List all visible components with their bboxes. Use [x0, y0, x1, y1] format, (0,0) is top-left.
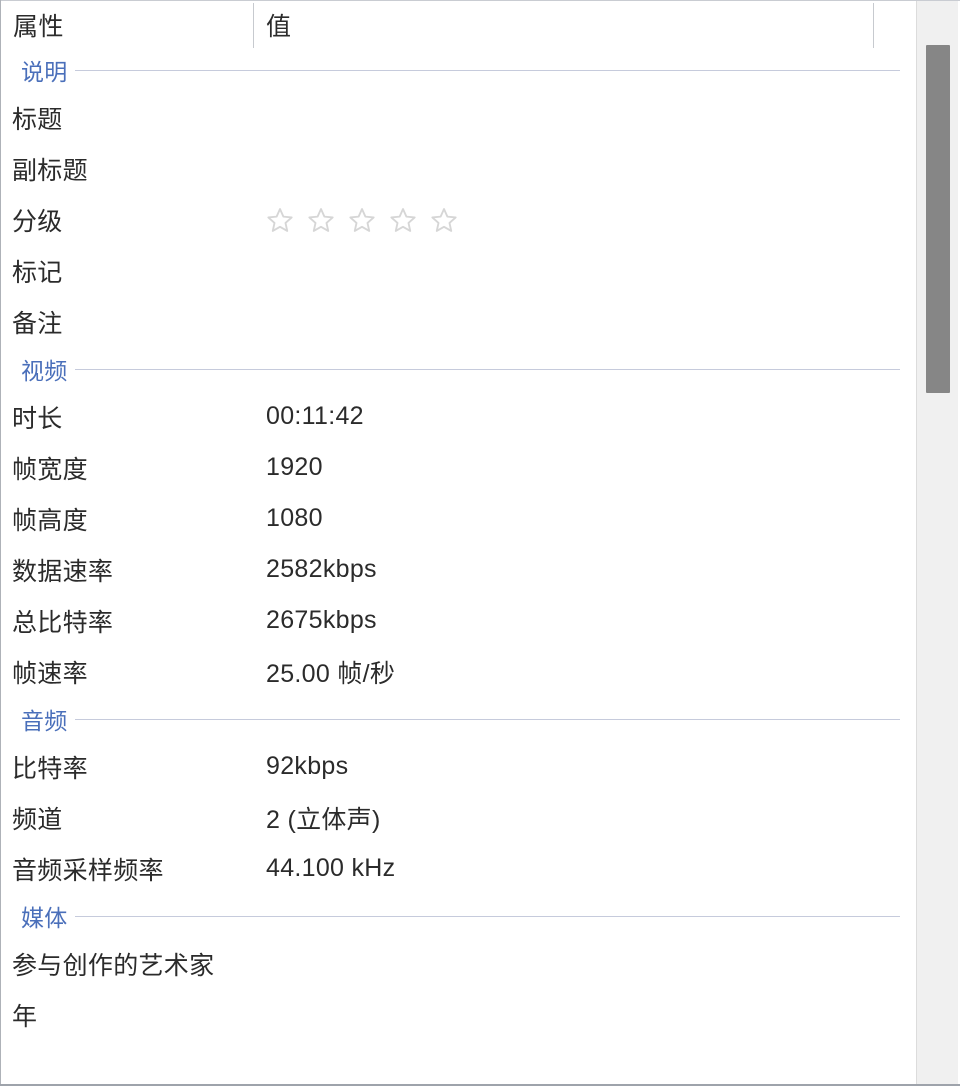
section-header-3: 媒体 [1, 894, 915, 938]
property-label: 副标题 [12, 156, 88, 185]
property-label: 总比特率 [12, 608, 114, 637]
property-value[interactable]: 2675kbps [266, 606, 377, 635]
column-header-attribute[interactable]: 属性 [13, 1, 64, 48]
property-row[interactable]: 总比特率 2675kbps [1, 595, 915, 646]
property-list: 说明标题副标题分级标记备注视频时长 00:11:42 帧宽度 1920 帧高度 1080 数… [1, 48, 915, 1084]
property-label: 帧宽度 [12, 455, 88, 484]
details-pane: 属性 值 说明标题副标题分级标记备注视频时长 00:11:42 帧宽度 1920 帧高度… [0, 0, 960, 1086]
property-label: 标题 [12, 105, 63, 134]
scrollbar-thumb[interactable] [926, 45, 950, 393]
section-rule [21, 915, 900, 917]
property-value[interactable]: 2582kbps [266, 555, 377, 584]
property-row[interactable]: 备注 [1, 296, 915, 347]
property-label: 频道 [12, 805, 63, 834]
property-label: 标记 [12, 258, 63, 287]
star-icon[interactable] [266, 206, 294, 234]
property-row[interactable]: 帧宽度 1920 [1, 442, 915, 493]
star-icon[interactable] [389, 206, 417, 234]
column-header-value[interactable]: 值 [266, 1, 292, 48]
property-value[interactable]: 1080 [266, 504, 323, 533]
property-row[interactable]: 比特率 92kbps [1, 741, 915, 792]
property-row[interactable]: 帧速率 25.00 帧/秒 [1, 646, 915, 697]
property-label: 分级 [12, 207, 63, 236]
property-row[interactable]: 年 [1, 989, 915, 1040]
section-title: 视频 [21, 352, 75, 386]
property-row[interactable]: 副标题 [1, 143, 915, 194]
section-title: 说明 [21, 53, 75, 87]
property-label: 备注 [12, 309, 63, 338]
property-row[interactable]: 标记 [1, 245, 915, 296]
property-label: 数据速率 [12, 557, 114, 586]
star-icon[interactable] [348, 206, 376, 234]
property-row[interactable]: 频道 2 (立体声) [1, 792, 915, 843]
column-header-row: 属性 值 [1, 1, 915, 49]
property-row[interactable]: 参与创作的艺术家 [1, 938, 915, 989]
section-rule [21, 368, 900, 370]
section-header-2: 音频 [1, 697, 915, 741]
property-row[interactable]: 分级 [1, 194, 915, 245]
property-value[interactable]: 44.100 kHz [266, 854, 395, 883]
property-row[interactable]: 音频采样频率 44.100 kHz [1, 843, 915, 894]
section-rule [21, 69, 900, 71]
rating-stars[interactable] [266, 206, 458, 234]
property-label: 帧高度 [12, 506, 88, 535]
vertical-scrollbar[interactable] [916, 1, 958, 1084]
property-label: 音频采样频率 [12, 856, 164, 885]
property-label: 比特率 [12, 754, 88, 783]
property-row[interactable]: 时长 00:11:42 [1, 391, 915, 442]
property-row[interactable]: 帧高度 1080 [1, 493, 915, 544]
section-rule [21, 718, 900, 720]
section-title: 媒体 [21, 899, 75, 933]
property-value[interactable]: 92kbps [266, 752, 348, 781]
property-row[interactable]: 数据速率 2582kbps [1, 544, 915, 595]
property-row[interactable]: 标题 [1, 92, 915, 143]
property-label: 时长 [12, 404, 63, 433]
property-label: 参与创作的艺术家 [12, 951, 215, 980]
property-value[interactable]: 1920 [266, 453, 323, 482]
property-label: 帧速率 [12, 659, 88, 688]
star-icon[interactable] [430, 206, 458, 234]
section-header-1: 视频 [1, 347, 915, 391]
star-icon[interactable] [307, 206, 335, 234]
property-label: 年 [12, 1002, 38, 1031]
property-value[interactable]: 2 (立体声) [266, 800, 381, 836]
column-divider-2[interactable] [873, 3, 874, 49]
section-header-0: 说明 [1, 48, 915, 92]
property-value[interactable]: 25.00 帧/秒 [266, 654, 395, 690]
property-value[interactable]: 00:11:42 [266, 402, 364, 431]
section-title: 音频 [21, 702, 75, 736]
column-divider-1[interactable] [253, 3, 254, 49]
